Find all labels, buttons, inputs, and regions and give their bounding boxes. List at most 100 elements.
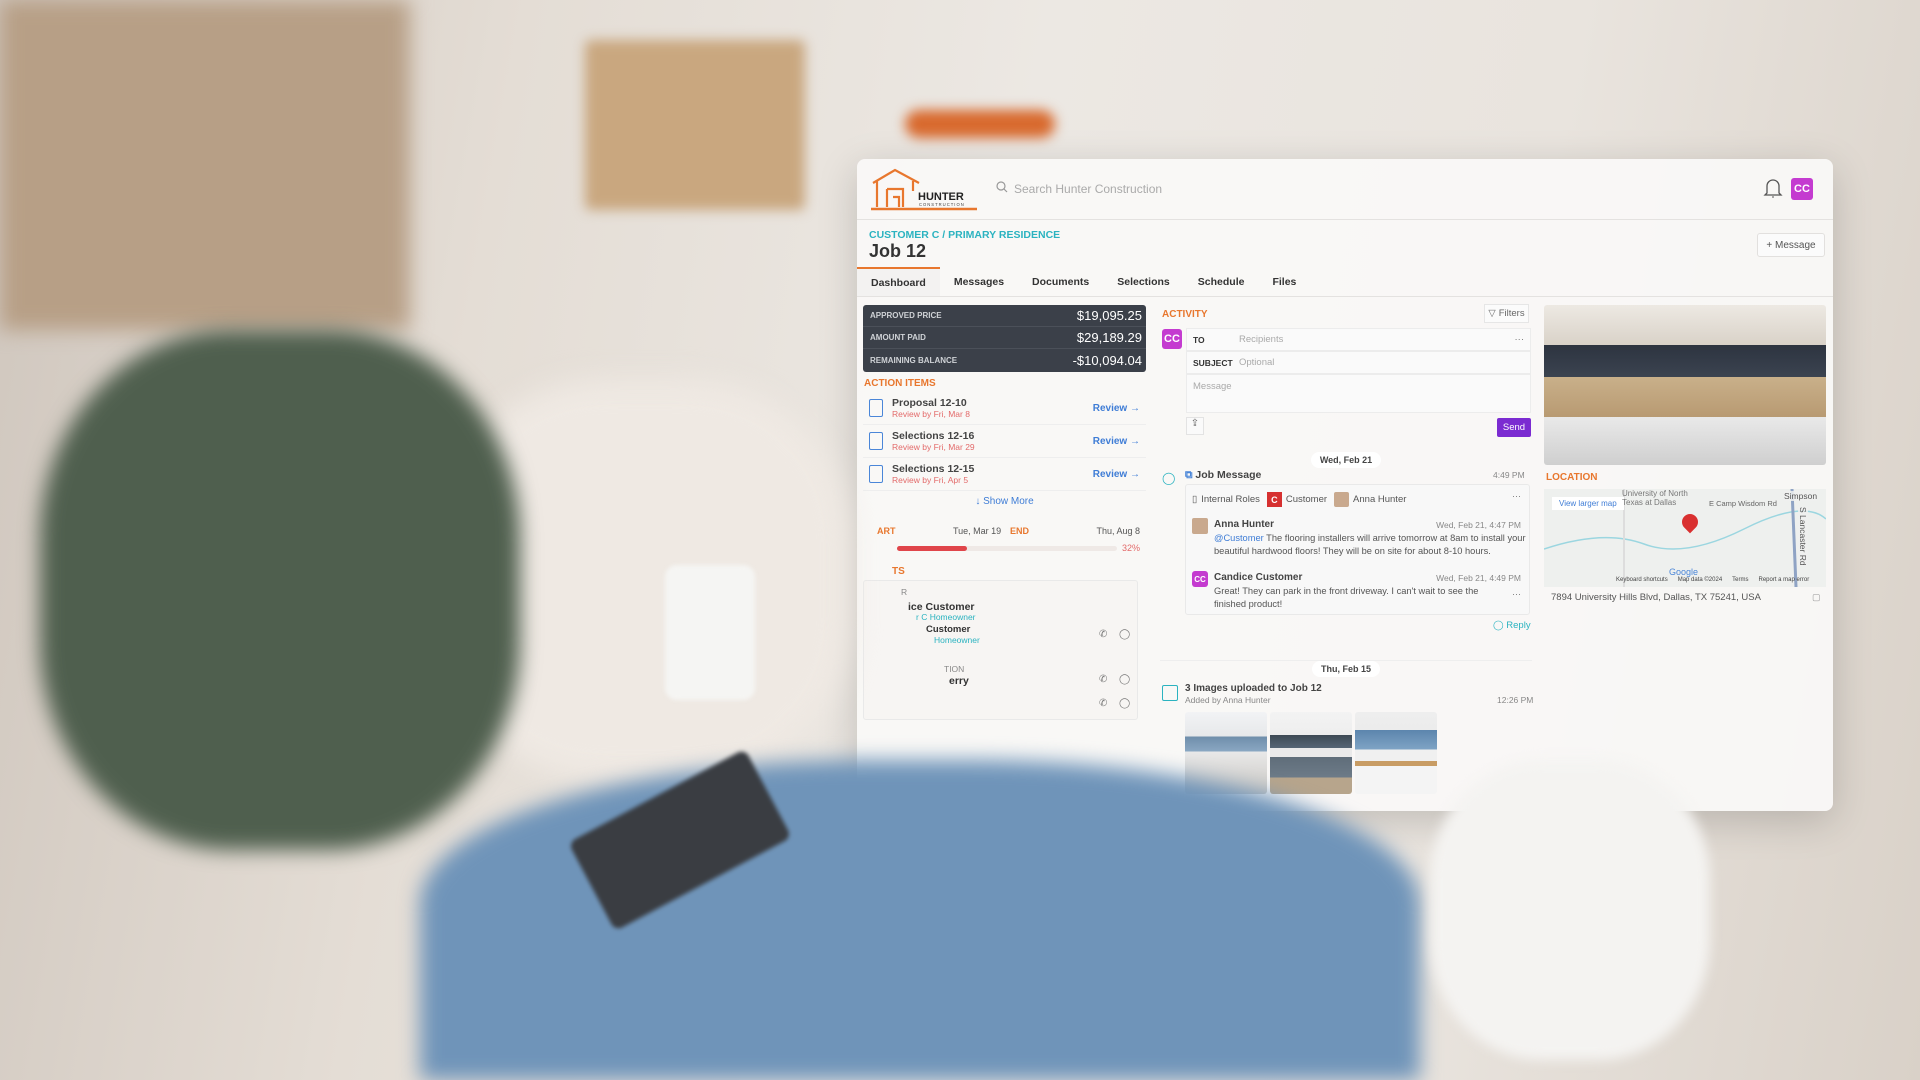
map-footer-link[interactable]: Terms [1732,577,1748,583]
phone-icon[interactable]: ✆ [1099,674,1107,685]
approved-price-value: $19,095.25 [1076,308,1142,323]
document-icon [869,399,883,417]
map-label: University of North Texas at Dallas [1622,489,1688,507]
composer-avatar: CC [1162,329,1182,349]
page-title: Job 12 [869,241,927,261]
message-placeholder: Message [1193,381,1232,392]
to-field[interactable]: TO Recipients ··· [1186,328,1531,351]
chat-icon[interactable]: ◯ [1119,698,1130,709]
job-photo[interactable] [1544,305,1826,465]
action-item-title: Proposal 12-10 [892,397,967,409]
tab-schedule[interactable]: Schedule [1184,267,1259,296]
mention[interactable]: @Customer [1214,533,1264,543]
tab-files[interactable]: Files [1258,267,1310,296]
message-thread: ▯ Internal Roles C Customer Anna Hunter ··… [1185,484,1530,615]
end-date: Thu, Aug 8 [1096,526,1140,536]
action-item-title: Selections 12-16 [892,430,975,442]
more-icon[interactable]: ··· [1515,334,1525,345]
date-divider: Thu, Feb 15 [1160,660,1532,679]
review-link[interactable]: Review → [1093,436,1140,447]
image-icon [1162,685,1178,701]
action-item-due: Review by Fri, Mar 29 [892,442,975,452]
remaining-balance-value: -$10,094.04 [1072,352,1142,368]
svg-text:CONSTRUCTION: CONSTRUCTION [919,202,965,207]
remaining-balance-row: REMAINING BALANCE -$10,094.04 [863,349,1146,371]
upload-icon[interactable]: ⇪ [1186,417,1204,435]
new-message-button[interactable]: + Message [1757,233,1825,257]
app-window: HUNTER CONSTRUCTION Search Hunter Constr… [857,159,1833,811]
search-placeholder: Search Hunter Construction [1014,181,1163,196]
filters-button[interactable]: ▽ Filters [1484,304,1529,323]
search-icon [996,181,1008,196]
message-author: Anna Hunter [1214,519,1274,530]
map-label: S Lancaster Rd [1798,507,1808,566]
label: AMOUNT PAID [870,333,926,342]
map-label: E Camp Wisdom Rd [1709,499,1777,508]
reply-label: Reply [1506,620,1531,631]
tab-dashboard[interactable]: Dashboard [857,267,940,296]
action-item[interactable]: Selections 12-16 Review by Fri, Mar 29 Re… [863,425,1146,458]
thread-recipients: ▯ Internal Roles C Customer Anna Hunter [1192,492,1406,507]
recipient: Customer [1285,494,1328,505]
action-item[interactable]: Selections 12-15 Review by Fri, Apr 5 Rev… [863,458,1146,491]
chat-bubble-icon: ◯ [1162,471,1176,485]
label: REMAINING BALANCE [870,355,958,365]
tab-selections[interactable]: Selections [1103,267,1184,296]
view-larger-map-link[interactable]: View larger map [1552,497,1624,510]
financial-summary: APPROVED PRICE $19,095.25 AMOUNT PAID $29,… [863,305,1146,372]
send-button[interactable]: Send [1497,418,1531,437]
bell-icon[interactable] [1763,177,1783,199]
contacts-heading: TS [892,566,905,577]
progress-track [897,546,1117,551]
action-items-heading: ACTION ITEMS [864,378,936,389]
image-thumbnail[interactable] [1355,712,1437,794]
search-bar[interactable]: Search Hunter Construction [996,181,1162,196]
thread-title: Job Message [1195,469,1262,481]
background-shelf [0,0,410,330]
thread-time: 4:49 PM [1493,470,1525,480]
anna-avatar [1334,492,1350,507]
chat-icon[interactable]: ◯ [1119,629,1130,640]
copy-icon[interactable]: ▢ [1812,592,1821,603]
approved-price-row: APPROVED PRICE $19,095.25 [863,305,1146,327]
upload-time: 12:26 PM [1497,695,1534,705]
map-footer-link: Map data ©2024 [1677,577,1723,583]
review-link[interactable]: Review → [1093,403,1140,414]
message-textarea[interactable]: Message [1186,374,1531,413]
background-box [585,40,805,210]
action-item[interactable]: Proposal 12-10 Review by Fri, Mar 8 Revie… [863,392,1146,425]
map-footer-link[interactable]: Report a map error [1759,577,1810,583]
location-map[interactable]: View larger map University of North Texa… [1544,489,1826,587]
subject-field[interactable]: SUBJECT Optional [1186,351,1531,374]
map-footer-link[interactable]: Keyboard shortcuts [1616,577,1668,583]
filters-label: Filters [1498,308,1525,319]
date-divider: Wed, Feb 21 [1160,450,1532,468]
progress-fill [897,546,968,551]
more-icon[interactable]: ··· [1512,491,1521,501]
location-heading: LOCATION [1546,472,1598,483]
building-icon: ▯ [1192,494,1198,505]
filter-icon: ▽ [1488,308,1496,319]
tab-messages[interactable]: Messages [940,267,1018,296]
phone-icon[interactable]: ✆ [1099,629,1107,640]
image-gallery [1185,712,1437,794]
review-link[interactable]: Review → [1093,469,1140,480]
more-icon[interactable]: ··· [1512,589,1521,599]
tab-documents[interactable]: Documents [1018,267,1103,296]
show-more-button[interactable]: ↓ Show More [863,496,1146,507]
breadcrumb[interactable]: CUSTOMER C / PRIMARY RESIDENCE [869,229,1060,241]
candice-avatar: CC [1192,571,1208,587]
background-drill [905,110,1055,138]
phone-icon[interactable]: ✆ [1099,698,1107,709]
chat-icon[interactable]: ◯ [1119,674,1130,685]
contact-group-label: R [901,587,908,597]
contact-name: Customer [926,624,971,635]
start-date: Tue, Mar 19 [953,526,1002,536]
image-thumbnail[interactable] [1270,712,1352,794]
user-avatar[interactable]: CC [1791,178,1813,200]
activity-heading: ACTIVITY [1162,309,1208,320]
contact-role: Homeowner [934,635,980,645]
top-bar: HUNTER CONSTRUCTION Search Hunter Constr… [857,159,1833,220]
customer-badge: C [1266,492,1282,507]
reply-button[interactable]: ◯ Reply [1493,620,1531,631]
